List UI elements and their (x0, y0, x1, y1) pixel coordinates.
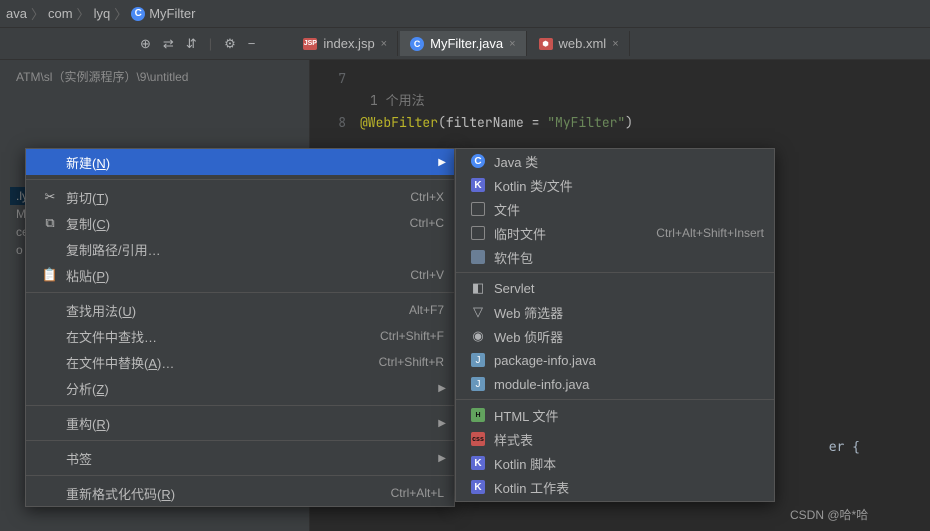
menu-reformat[interactable]: 重新格式化代码(R) Ctrl+Alt+L (26, 480, 454, 506)
divider: | (209, 36, 212, 51)
code-fragment: er { (829, 440, 860, 455)
usage-hint[interactable]: 1 个用法 (310, 90, 930, 112)
watermark: CSDN @哈*哈 (790, 506, 868, 523)
class-icon: C (131, 7, 145, 21)
collapse-icon[interactable]: ⇄ (163, 36, 174, 52)
listener-icon: ◉ (468, 328, 488, 344)
submenu-kotlin-script[interactable]: K Kotlin 脚本 (456, 451, 774, 475)
file-icon (471, 202, 485, 216)
kotlin-icon: K (471, 480, 485, 494)
menu-find-usages[interactable]: 查找用法(U) Alt+F7 (26, 297, 454, 323)
separator (456, 399, 774, 400)
line-number: 8 (310, 112, 360, 134)
submenu-html-file[interactable]: H HTML 文件 (456, 403, 774, 427)
separator (26, 440, 454, 441)
menu-paste[interactable]: 📋 粘贴(P) Ctrl+V (26, 262, 454, 288)
new-submenu: C Java 类 K Kotlin 类/文件 文件 临时文件 Ctrl+Alt+… (455, 148, 775, 502)
separator (26, 179, 454, 180)
menu-bookmark[interactable]: 书签 ▶ (26, 445, 454, 471)
xml-icon: ⬢ (539, 38, 553, 50)
chevron-right-icon: ▶ (438, 453, 446, 464)
submenu-java-class[interactable]: C Java 类 (456, 149, 774, 173)
menu-replace-in-files[interactable]: 在文件中替换(A)… Ctrl+Shift+R (26, 349, 454, 375)
menu-refactor[interactable]: 重构(R) ▶ (26, 410, 454, 436)
java-file-icon: J (471, 377, 485, 391)
chevron-right-icon: 〉 (77, 4, 90, 23)
kotlin-icon: K (471, 178, 485, 192)
target-icon[interactable]: ⊕ (140, 36, 151, 52)
submenu-scratch-file[interactable]: 临时文件 Ctrl+Alt+Shift+Insert (456, 221, 774, 245)
menu-find-in-files[interactable]: 在文件中查找… Ctrl+Shift+F (26, 323, 454, 349)
chevron-right-icon: 〉 (31, 4, 44, 23)
submenu-servlet[interactable]: ◧ Servlet (456, 276, 774, 300)
close-icon[interactable]: × (509, 38, 515, 50)
menu-analyze[interactable]: 分析(Z) ▶ (26, 375, 454, 401)
settings-icon[interactable]: ⚙ (224, 36, 236, 52)
servlet-icon: ◧ (468, 280, 488, 296)
menu-copy[interactable]: ⧉ 复制(C) Ctrl+C (26, 210, 454, 236)
submenu-package-info[interactable]: J package-info.java (456, 348, 774, 372)
close-icon[interactable]: × (381, 38, 387, 50)
tab-web-xml[interactable]: ⬢ web.xml × (529, 31, 630, 56)
copy-icon: ⧉ (40, 215, 60, 231)
jsp-icon: JSP (303, 38, 317, 50)
submenu-web-filter[interactable]: ▽ Web 筛选器 (456, 300, 774, 324)
chevron-right-icon: ▶ (438, 383, 446, 394)
menu-new[interactable]: 新建(N) ▶ (26, 149, 454, 175)
tab-label: index.jsp (323, 36, 374, 51)
minimize-icon[interactable]: − (248, 36, 256, 51)
submenu-package[interactable]: 软件包 (456, 245, 774, 269)
css-icon: css (471, 432, 485, 446)
chevron-right-icon: ▶ (438, 418, 446, 429)
chevron-right-icon: ▶ (438, 157, 446, 168)
project-path: ATM\sl（实例源程序）\9\untitled (10, 66, 299, 87)
expand-icon[interactable]: ⇵ (186, 36, 197, 52)
folder-icon (471, 250, 485, 264)
toolbar: ⊕ ⇄ ⇵ | ⚙ − JSP index.jsp × C MyFilter.j… (0, 28, 930, 60)
breadcrumb-item[interactable]: ava (6, 6, 27, 21)
html-icon: H (471, 408, 485, 422)
tab-label: web.xml (559, 36, 607, 51)
scratch-icon (471, 226, 485, 240)
breadcrumb-item[interactable]: com (48, 6, 73, 21)
editor-tabs: JSP index.jsp × C MyFilter.java × ⬢ web.… (293, 31, 629, 56)
class-icon: C (410, 37, 424, 51)
filter-icon: ▽ (468, 304, 488, 320)
context-menu: 新建(N) ▶ ✂ 剪切(T) Ctrl+X ⧉ 复制(C) Ctrl+C 复制… (25, 148, 455, 507)
submenu-stylesheet[interactable]: css 样式表 (456, 427, 774, 451)
tab-label: MyFilter.java (430, 36, 503, 51)
tab-index-jsp[interactable]: JSP index.jsp × (293, 31, 398, 56)
scissors-icon: ✂ (40, 189, 60, 205)
separator (456, 272, 774, 273)
line-number: 7 (310, 68, 360, 90)
submenu-kotlin-worksheet[interactable]: K Kotlin 工作表 (456, 475, 774, 499)
kotlin-icon: K (471, 456, 485, 470)
separator (26, 475, 454, 476)
submenu-file[interactable]: 文件 (456, 197, 774, 221)
menu-cut[interactable]: ✂ 剪切(T) Ctrl+X (26, 184, 454, 210)
clipboard-icon: 📋 (40, 267, 60, 283)
submenu-module-info[interactable]: J module-info.java (456, 372, 774, 396)
java-file-icon: J (471, 353, 485, 367)
breadcrumb-item-current[interactable]: C MyFilter (131, 6, 195, 21)
submenu-web-listener[interactable]: ◉ Web 侦听器 (456, 324, 774, 348)
chevron-right-icon: 〉 (114, 4, 127, 23)
breadcrumb-item[interactable]: lyq (94, 6, 111, 21)
separator (26, 292, 454, 293)
submenu-kotlin-class[interactable]: K Kotlin 类/文件 (456, 173, 774, 197)
menu-copy-reference[interactable]: 复制路径/引用… (26, 236, 454, 262)
breadcrumb: ava 〉 com 〉 lyq 〉 C MyFilter (0, 0, 930, 28)
close-icon[interactable]: × (612, 38, 618, 50)
separator (26, 405, 454, 406)
tab-myfilter-java[interactable]: C MyFilter.java × (400, 31, 526, 56)
class-icon: C (471, 154, 485, 168)
